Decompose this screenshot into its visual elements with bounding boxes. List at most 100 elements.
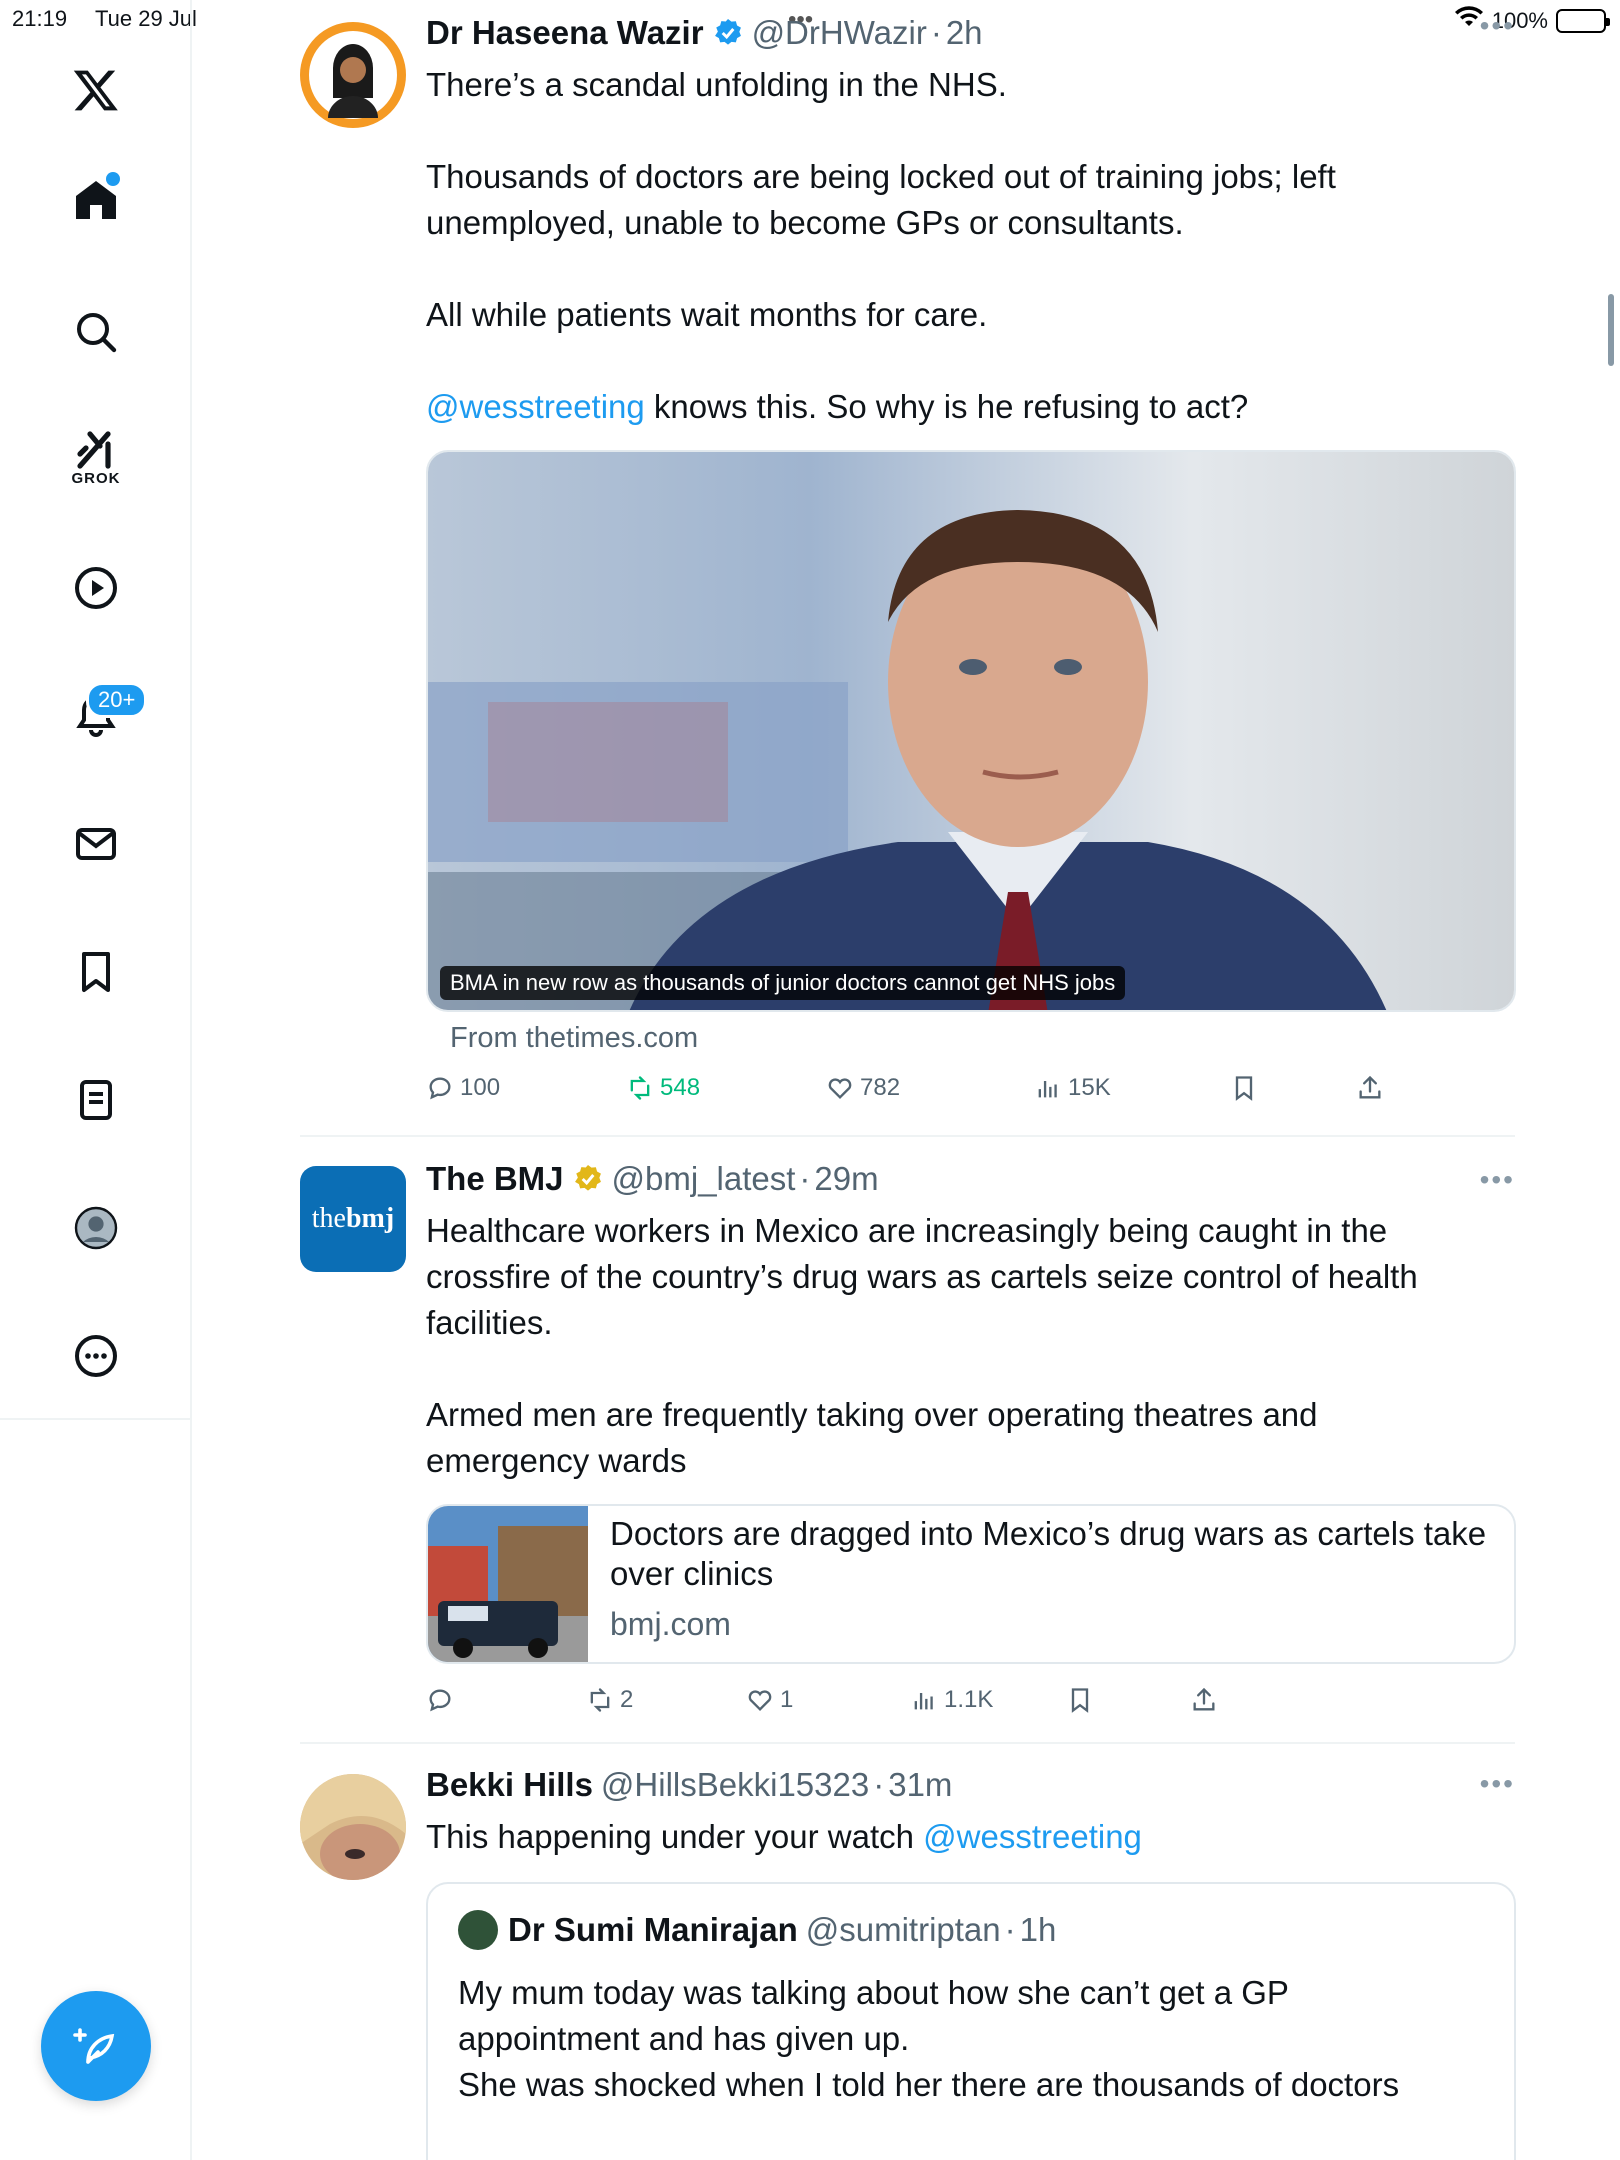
grok-label: GROK bbox=[71, 470, 121, 487]
tweet-paragraph: She was shocked when I told her there ar… bbox=[458, 2066, 1400, 2103]
tweet-header: The BMJ @bmj_latest · 29m bbox=[426, 1160, 879, 1198]
link-card[interactable]: Doctors are dragged into Mexico’s drug w… bbox=[426, 1504, 1516, 1664]
share-icon bbox=[1193, 1687, 1215, 1711]
reply-button[interactable]: 100 bbox=[426, 1074, 500, 1102]
like-count: 1 bbox=[780, 1686, 794, 1713]
avatar[interactable]: thebmj bbox=[300, 1166, 406, 1272]
share-icon bbox=[1359, 1075, 1381, 1099]
like-button[interactable]: 782 bbox=[826, 1074, 900, 1102]
views-button[interactable]: 15K bbox=[1034, 1074, 1111, 1102]
tweet-header: Dr Haseena Wazir @DrHWazir · 2h bbox=[426, 14, 983, 52]
separator-dot: · bbox=[873, 1766, 885, 1803]
tweet-text: Healthcare workers in Mexico are increas… bbox=[426, 1208, 1506, 1484]
link-domain: bmj.com bbox=[610, 1606, 731, 1642]
sidebar: GROK 20+ bbox=[0, 0, 192, 2160]
bmj-logo-bmj: bmj bbox=[345, 1203, 395, 1234]
view-count: 15K bbox=[1068, 1074, 1111, 1101]
tweet-divider bbox=[300, 1742, 1515, 1744]
compose-feather-icon bbox=[73, 2028, 115, 2064]
tweet-paragraph: Armed men are frequently taking over ope… bbox=[426, 1396, 1318, 1479]
bookmark-button[interactable] bbox=[1230, 1074, 1258, 1102]
timestamp[interactable]: 31m bbox=[888, 1766, 952, 1804]
search-icon[interactable] bbox=[56, 292, 136, 372]
photo-man-in-suit bbox=[428, 452, 1514, 1010]
views-chart-icon bbox=[1038, 1081, 1057, 1098]
timestamp[interactable]: 2h bbox=[946, 14, 983, 52]
home-unread-dot bbox=[106, 172, 120, 186]
avatar[interactable] bbox=[300, 22, 406, 128]
repost-count: 2 bbox=[620, 1686, 634, 1713]
more-options-icon[interactable]: ••• bbox=[1480, 1768, 1515, 1800]
notifications-badge: 20+ bbox=[86, 682, 148, 718]
heart-icon bbox=[828, 1078, 852, 1099]
display-name[interactable]: The BMJ bbox=[426, 1160, 564, 1198]
lists-icon[interactable] bbox=[56, 1060, 136, 1140]
repost-count: 548 bbox=[660, 1074, 701, 1101]
tweet-actions: 2 1 1.1K bbox=[426, 1686, 1516, 1726]
avatar[interactable] bbox=[300, 1774, 406, 1880]
tweet-paragraph: @wesstreeting knows this. So why is he r… bbox=[426, 384, 1506, 430]
more-options-icon[interactable]: ••• bbox=[1480, 10, 1515, 42]
heart-icon bbox=[748, 1690, 772, 1711]
share-button[interactable] bbox=[1356, 1074, 1384, 1102]
handle[interactable]: @HillsBekki15323 bbox=[601, 1766, 869, 1804]
more-options-icon[interactable]: ••• bbox=[1480, 1164, 1515, 1196]
handle[interactable]: @DrHWazir bbox=[752, 14, 927, 52]
bookmark-icon[interactable] bbox=[56, 932, 136, 1012]
x-logo-icon[interactable] bbox=[56, 50, 136, 130]
quoted-tweet[interactable]: Dr Sumi Manirajan @sumitriptan · 1h My m… bbox=[426, 1882, 1516, 2160]
views-button[interactable]: 1.1K bbox=[910, 1686, 993, 1714]
like-count: 782 bbox=[860, 1074, 901, 1101]
link-source[interactable]: From thetimes.com bbox=[450, 1022, 698, 1055]
display-name[interactable]: Dr Haseena Wazir bbox=[426, 14, 704, 52]
bookmark-icon bbox=[1071, 1688, 1089, 1713]
tweet-paragraph: Thousands of doctors are being locked ou… bbox=[426, 158, 1336, 241]
repost-button[interactable]: 2 bbox=[586, 1686, 633, 1714]
profile-avatar-icon[interactable] bbox=[56, 1188, 136, 1268]
avatar bbox=[458, 1910, 498, 1950]
home-icon[interactable] bbox=[56, 160, 136, 240]
quoted-tweet-text: My mum today was talking about how she c… bbox=[458, 1970, 1488, 2108]
tweet-paragraph: There’s a scandal unfolding in the NHS. bbox=[426, 66, 1007, 103]
repost-button[interactable]: 548 bbox=[626, 1074, 700, 1102]
more-circle-icon[interactable] bbox=[56, 1316, 136, 1396]
tweet-paragraph: All while patients wait months for care. bbox=[426, 296, 988, 333]
repost-icon bbox=[590, 1688, 610, 1712]
timestamp: 1h bbox=[1019, 1911, 1057, 1948]
scrollbar[interactable] bbox=[1608, 294, 1614, 366]
tweet-paragraph-start: This happening under your watch bbox=[426, 1818, 924, 1855]
tweet-paragraph: Healthcare workers in Mexico are increas… bbox=[426, 1212, 1418, 1341]
battery-icon bbox=[1556, 9, 1610, 33]
compose-post-button[interactable] bbox=[41, 1991, 151, 2101]
reply-button[interactable] bbox=[426, 1686, 460, 1714]
verified-gold-badge-icon bbox=[574, 1165, 601, 1191]
messages-envelope-icon[interactable] bbox=[56, 804, 136, 884]
status-icons: 100% bbox=[1454, 6, 1610, 36]
link-thumbnail-image bbox=[428, 1506, 588, 1662]
separator-dot: · bbox=[799, 1160, 811, 1197]
tweet-text: There’s a scandal unfolding in the NHS. … bbox=[426, 62, 1506, 430]
video-play-icon[interactable] bbox=[56, 548, 136, 628]
link-title: Doctors are dragged into Mexico’s drug w… bbox=[610, 1515, 1487, 1592]
repost-icon bbox=[630, 1076, 650, 1100]
like-button[interactable]: 1 bbox=[746, 1686, 793, 1714]
link-preview-image[interactable]: BMA in new row as thousands of junior do… bbox=[426, 450, 1516, 1012]
bmj-logo: thebmj bbox=[312, 1203, 394, 1235]
share-button[interactable] bbox=[1190, 1686, 1218, 1714]
tweet-actions: 100 548 782 15K bbox=[426, 1074, 1516, 1114]
handle[interactable]: @bmj_latest bbox=[612, 1160, 796, 1198]
mention-link[interactable]: @wesstreeting bbox=[923, 1818, 1142, 1855]
tweet-paragraph: My mum today was talking about how she c… bbox=[458, 1974, 1289, 2057]
reply-icon bbox=[429, 1689, 451, 1712]
handle: @sumitriptan bbox=[805, 1911, 1001, 1948]
mention-link[interactable]: @wesstreeting bbox=[426, 388, 645, 425]
grok-icon[interactable]: GROK bbox=[56, 418, 136, 498]
timestamp[interactable]: 29m bbox=[814, 1160, 878, 1198]
sidebar-divider bbox=[0, 1418, 192, 1420]
views-chart-icon bbox=[914, 1693, 933, 1710]
tweet-paragraph: This happening under your watch @wesstre… bbox=[426, 1814, 1506, 1860]
separator-dot: · bbox=[930, 14, 942, 51]
bmj-logo-the: the bbox=[311, 1203, 346, 1234]
display-name[interactable]: Bekki Hills bbox=[426, 1766, 593, 1804]
bookmark-button[interactable] bbox=[1066, 1686, 1094, 1714]
